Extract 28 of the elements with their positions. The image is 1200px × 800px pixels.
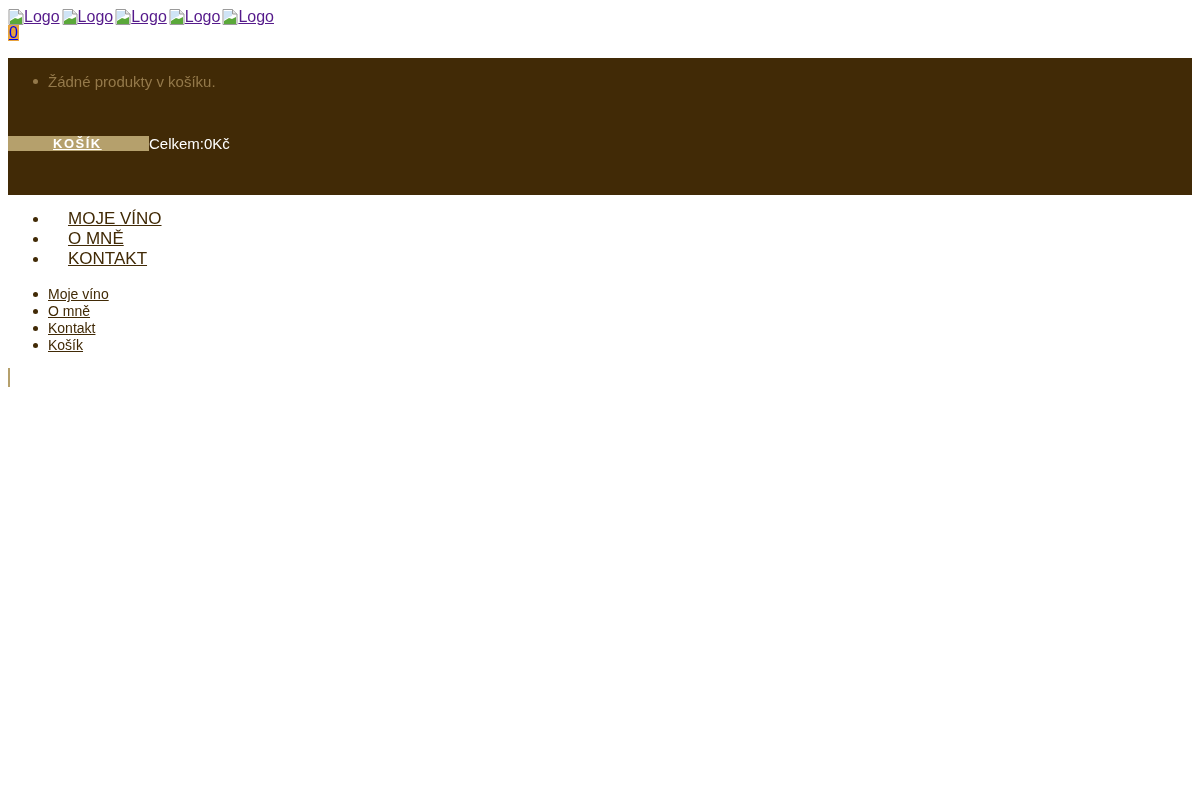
- bullet-icon: [33, 79, 38, 84]
- broken-image-icon: [61, 8, 78, 25]
- bullet-icon: [33, 326, 38, 331]
- logo-link[interactable]: Logo: [222, 8, 274, 25]
- nav-link[interactable]: KONTAKT: [68, 249, 148, 269]
- menu-link[interactable]: Moje víno: [48, 286, 109, 303]
- bullet-icon: [33, 256, 38, 262]
- menu-link[interactable]: O mně: [48, 303, 90, 320]
- cart-count-link[interactable]: 0: [8, 25, 19, 41]
- cart-empty-message: Žádné produkty v košíku.: [48, 73, 216, 90]
- nav-link[interactable]: MOJE VÍNO: [68, 209, 162, 229]
- bullet-icon: [33, 216, 38, 222]
- broken-image-icon: [8, 8, 24, 25]
- cart-total: Celkem:0Kč: [149, 135, 230, 152]
- broken-image-icon: [168, 8, 185, 25]
- logo-link[interactable]: Logo: [115, 8, 167, 25]
- bullet-icon: [33, 236, 38, 242]
- logo-link[interactable]: Logo: [8, 8, 60, 25]
- broken-image-icon: [115, 8, 132, 25]
- menu-link[interactable]: Košík: [48, 337, 83, 354]
- bullet-icon: [33, 309, 38, 314]
- logo-link[interactable]: Logo: [168, 8, 221, 25]
- bullet-icon: [33, 292, 38, 297]
- bullet-icon: [33, 343, 38, 348]
- broken-image-icon: [222, 8, 239, 25]
- logo-link[interactable]: Logo: [61, 8, 114, 25]
- menu-link[interactable]: Kontakt: [48, 320, 96, 337]
- nav-link[interactable]: O MNĚ: [68, 229, 124, 249]
